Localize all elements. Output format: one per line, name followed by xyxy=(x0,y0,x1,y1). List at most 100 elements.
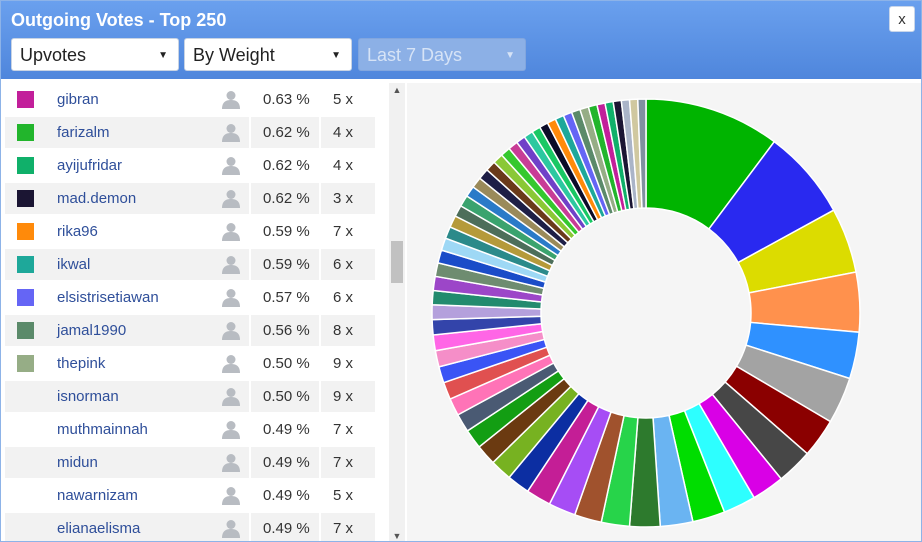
table-row[interactable]: ayijufridar 0.62 % 4 x xyxy=(5,150,375,181)
table-row[interactable]: ikwal 0.59 % 6 x xyxy=(5,249,375,280)
table-row[interactable]: nawarnizam 0.49 % 5 x xyxy=(5,480,375,511)
voter-name-link[interactable]: thepink xyxy=(57,348,105,379)
window-header: Outgoing Votes - Top 250 x Upvotes ▼ By … xyxy=(1,1,921,79)
chevron-up-icon[interactable]: ▲ xyxy=(389,83,405,97)
vote-weight-percent: 0.50 % xyxy=(263,388,310,405)
donut-chart-area xyxy=(407,83,921,541)
column-divider xyxy=(319,381,321,412)
color-swatch xyxy=(17,289,34,306)
vote-count: 7 x xyxy=(333,223,354,240)
user-avatar-icon xyxy=(222,223,240,241)
color-swatch xyxy=(17,322,34,339)
vote-count: 7 x xyxy=(333,454,354,471)
vote-count: 3 x xyxy=(333,190,354,207)
vote-count: 7 x xyxy=(333,520,354,537)
vote-weight-percent: 0.49 % xyxy=(263,421,310,438)
user-avatar-icon xyxy=(222,421,240,439)
voter-name-link[interactable]: muthmainnah xyxy=(57,414,148,445)
vote-count: 5 x xyxy=(333,91,354,108)
vote-weight-percent: 0.59 % xyxy=(263,223,310,240)
scroll-thumb[interactable] xyxy=(391,241,403,283)
table-row[interactable]: elianaelisma 0.49 % 7 x xyxy=(5,513,375,541)
vote-count: 6 x xyxy=(333,256,354,273)
voter-name-link[interactable]: elsistrisetiawan xyxy=(57,282,159,313)
user-avatar-icon xyxy=(222,454,240,472)
table-row[interactable]: thepink 0.50 % 9 x xyxy=(5,348,375,379)
column-divider xyxy=(319,447,321,478)
voter-name-link[interactable]: ayijufridar xyxy=(57,150,122,181)
donut-chart xyxy=(431,98,861,528)
vote-weight-percent: 0.62 % xyxy=(263,157,310,174)
voter-name-link[interactable]: jamal1990 xyxy=(57,315,126,346)
vote-count: 7 x xyxy=(333,421,354,438)
voter-list: gibran 0.63 % 5 x farizalm 0.62 % 4 x ayijufri… xyxy=(5,83,375,541)
voter-name-link[interactable]: ikwal xyxy=(57,249,90,280)
user-avatar-icon xyxy=(222,91,240,109)
table-row[interactable]: mad.demon 0.62 % 3 x xyxy=(5,183,375,214)
column-divider xyxy=(249,381,251,412)
vote-weight-percent: 0.49 % xyxy=(263,520,310,537)
user-avatar-icon xyxy=(222,124,240,142)
column-divider xyxy=(319,513,321,541)
voter-name-link[interactable]: nawarnizam xyxy=(57,480,138,511)
vote-weight-percent: 0.62 % xyxy=(263,124,310,141)
voter-name-link[interactable]: elianaelisma xyxy=(57,513,140,541)
user-avatar-icon xyxy=(222,256,240,274)
table-row[interactable]: rika96 0.59 % 7 x xyxy=(5,216,375,247)
table-row[interactable]: midun 0.49 % 7 x xyxy=(5,447,375,478)
column-divider xyxy=(249,249,251,280)
chevron-down-icon[interactable]: ▼ xyxy=(389,529,405,541)
column-divider xyxy=(319,348,321,379)
outgoing-votes-window: Outgoing Votes - Top 250 x Upvotes ▼ By … xyxy=(0,0,922,542)
user-avatar-icon xyxy=(222,157,240,175)
vote-weight-percent: 0.57 % xyxy=(263,289,310,306)
vote-weight-percent: 0.59 % xyxy=(263,256,310,273)
table-row[interactable]: isnorman 0.50 % 9 x xyxy=(5,381,375,412)
vote-weight-percent: 0.50 % xyxy=(263,355,310,372)
table-row[interactable]: gibran 0.63 % 5 x xyxy=(5,84,375,115)
voter-name-link[interactable]: farizalm xyxy=(57,117,110,148)
period-select: Last 7 Days ▼ xyxy=(358,38,526,71)
voter-name-link[interactable]: midun xyxy=(57,447,98,478)
table-row[interactable]: farizalm 0.62 % 4 x xyxy=(5,117,375,148)
close-button[interactable]: x xyxy=(889,6,915,32)
color-swatch xyxy=(17,355,34,372)
vote-weight-percent: 0.56 % xyxy=(263,322,310,339)
voter-name-link[interactable]: mad.demon xyxy=(57,183,136,214)
color-swatch xyxy=(17,190,34,207)
column-divider xyxy=(249,414,251,445)
color-swatch xyxy=(17,91,34,108)
vote-weight-percent: 0.49 % xyxy=(263,454,310,471)
column-divider xyxy=(319,315,321,346)
vote-weight-percent: 0.62 % xyxy=(263,190,310,207)
color-swatch xyxy=(17,256,34,273)
vote-count: 6 x xyxy=(333,289,354,306)
column-divider xyxy=(249,348,251,379)
table-row[interactable]: muthmainnah 0.49 % 7 x xyxy=(5,414,375,445)
user-avatar-icon xyxy=(222,289,240,307)
column-divider xyxy=(319,480,321,511)
column-divider xyxy=(319,150,321,181)
column-divider xyxy=(249,117,251,148)
list-scrollbar[interactable]: ▲ ▼ xyxy=(389,83,405,541)
vote-type-value: Upvotes xyxy=(20,45,87,65)
voter-name-link[interactable]: rika96 xyxy=(57,216,98,247)
sort-select[interactable]: By Weight ▼ xyxy=(184,38,352,71)
column-divider xyxy=(249,480,251,511)
sort-value: By Weight xyxy=(193,45,275,65)
table-row[interactable]: elsistrisetiawan 0.57 % 6 x xyxy=(5,282,375,313)
user-avatar-icon xyxy=(222,355,240,373)
window-title: Outgoing Votes - Top 250 xyxy=(11,10,227,30)
vote-count: 4 x xyxy=(333,124,354,141)
user-avatar-icon xyxy=(222,388,240,406)
vote-type-select[interactable]: Upvotes ▼ xyxy=(11,38,179,71)
user-avatar-icon xyxy=(222,322,240,340)
voter-name-link[interactable]: gibran xyxy=(57,84,99,115)
column-divider xyxy=(249,84,251,115)
color-swatch xyxy=(17,223,34,240)
column-divider xyxy=(249,216,251,247)
table-row[interactable]: jamal1990 0.56 % 8 x xyxy=(5,315,375,346)
caret-down-icon: ▼ xyxy=(158,50,168,61)
column-divider xyxy=(249,447,251,478)
voter-name-link[interactable]: isnorman xyxy=(57,381,119,412)
